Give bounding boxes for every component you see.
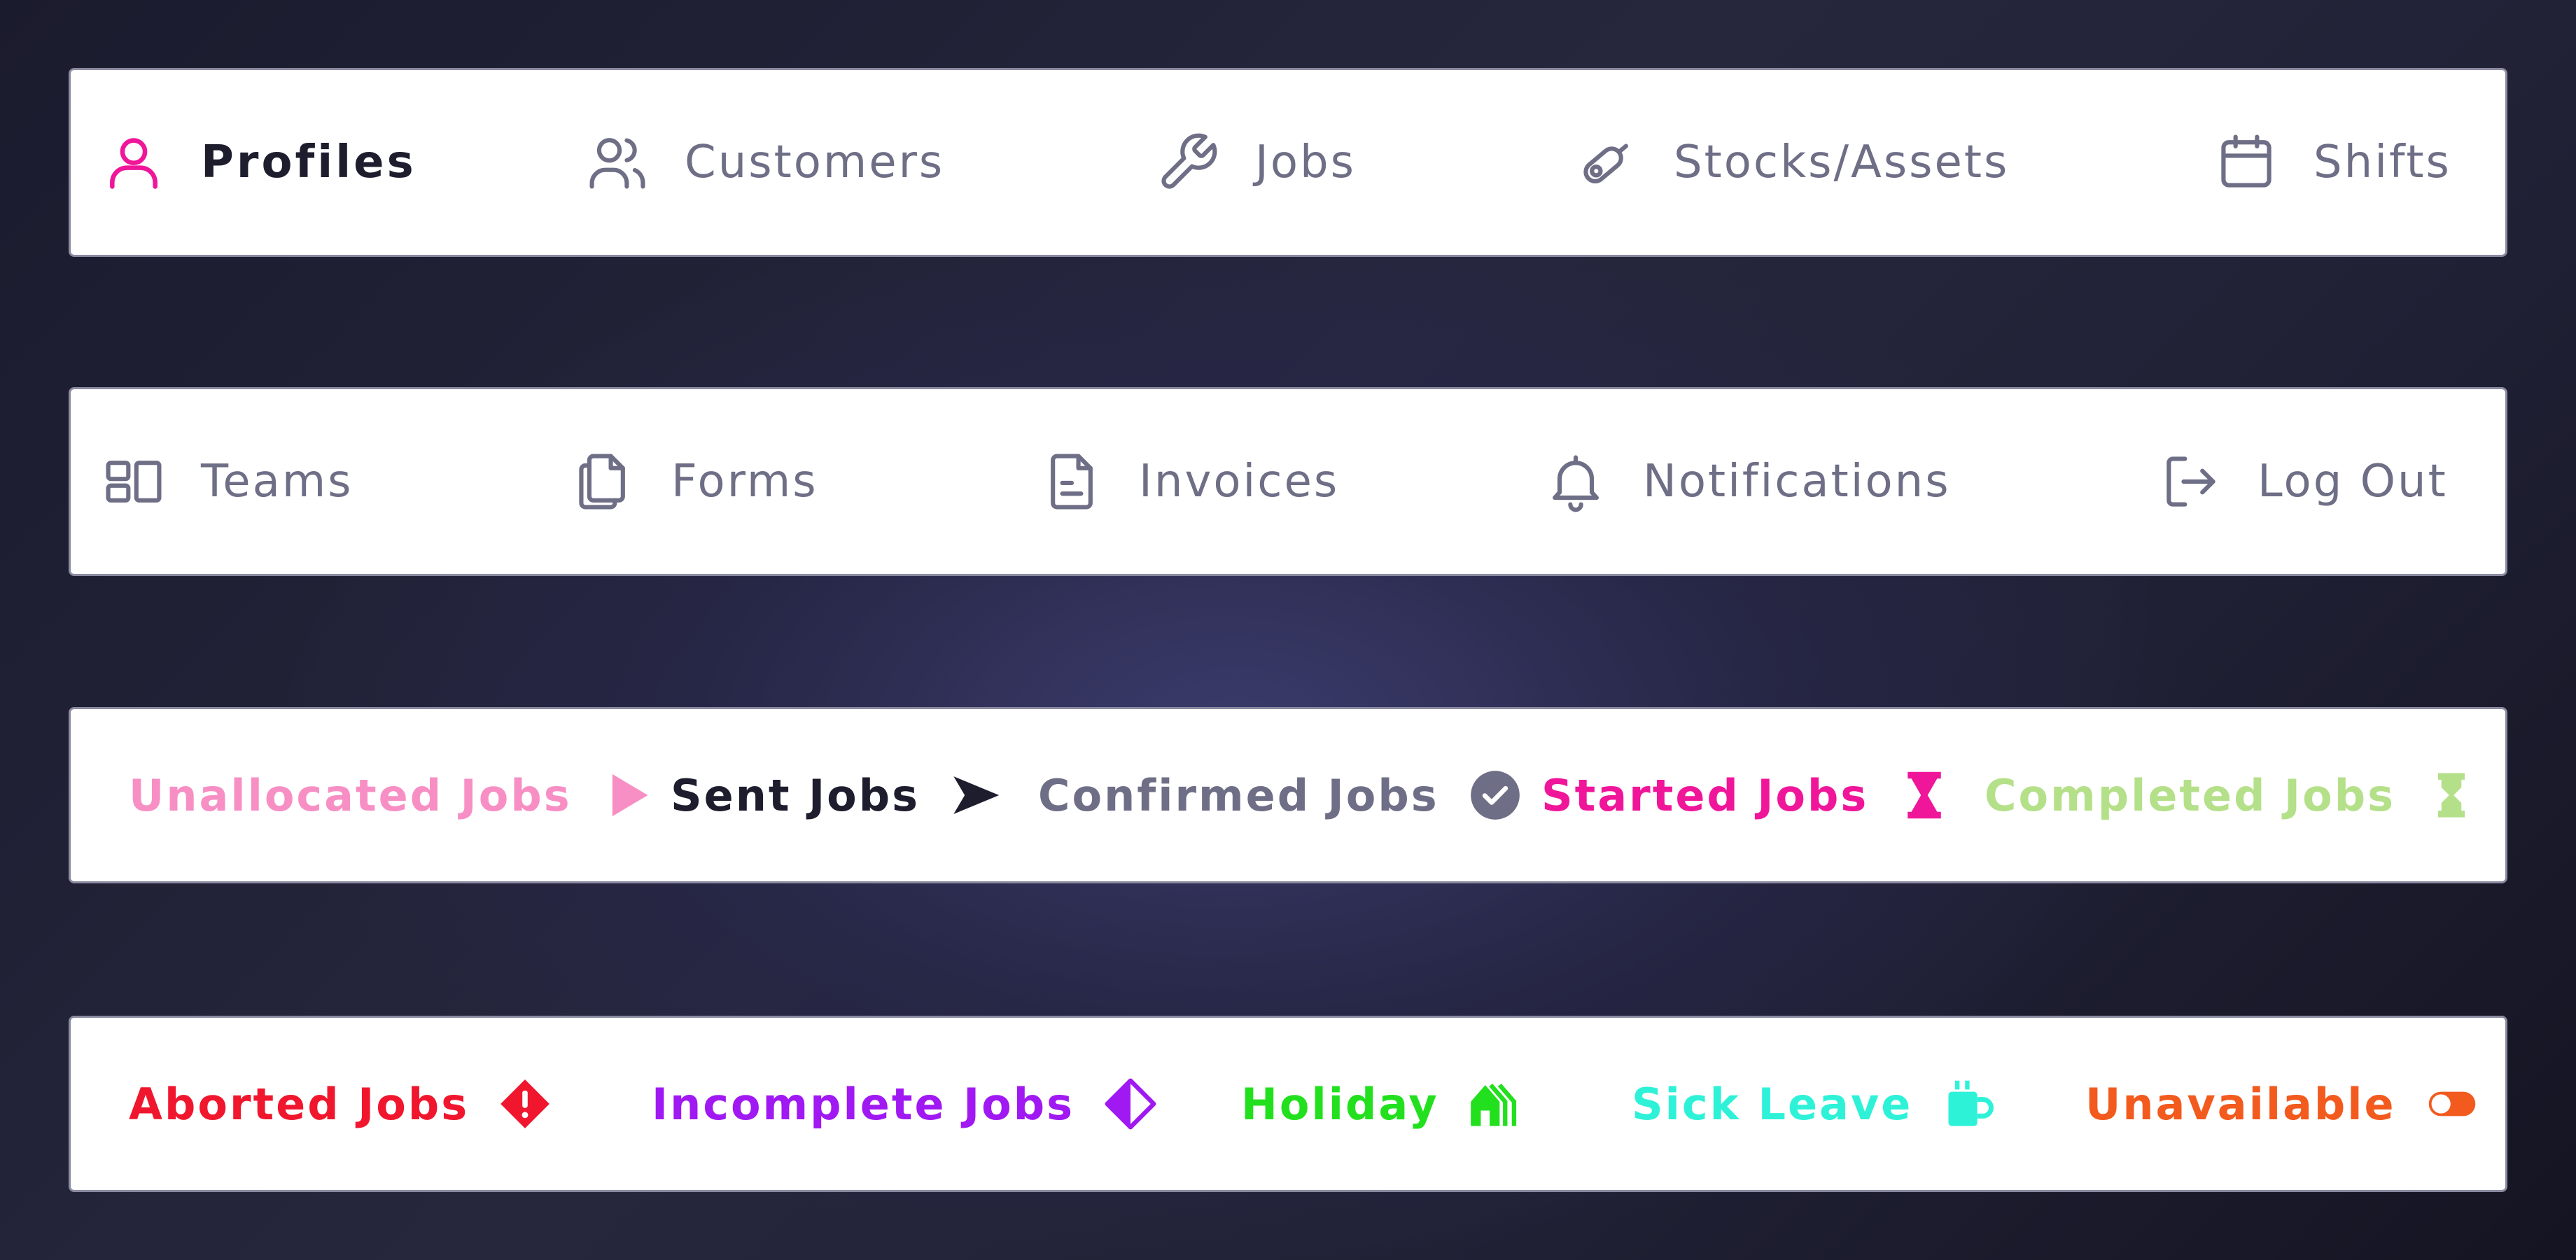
hourglass-icon bbox=[1898, 769, 1951, 822]
status-label: Holiday bbox=[1241, 1078, 1439, 1130]
hourglass-empty-icon bbox=[2425, 769, 2478, 822]
status-label: Sick Leave bbox=[1632, 1078, 1913, 1130]
toggle-off-icon bbox=[2426, 1077, 2479, 1130]
nav-label: Profiles bbox=[201, 136, 416, 188]
nav-item-profiles[interactable]: Profiles bbox=[102, 70, 416, 255]
status-completed-jobs[interactable]: Completed Jobs bbox=[1984, 709, 2478, 881]
nav-label: Log Out bbox=[2258, 456, 2448, 507]
nav-item-stocks-assets[interactable]: Stocks/Assets bbox=[1574, 70, 2009, 255]
secondary-nav-bar: Teams Forms Invoices Notifications Log O… bbox=[69, 387, 2507, 576]
nav-label: Forms bbox=[671, 456, 818, 507]
nav-item-teams[interactable]: Teams bbox=[102, 389, 354, 574]
nav-label: Customers bbox=[685, 136, 945, 188]
half-diamond-icon bbox=[1104, 1077, 1157, 1130]
users-icon bbox=[585, 130, 650, 195]
status-incomplete-jobs[interactable]: Incomplete Jobs bbox=[652, 1018, 1157, 1190]
status-confirmed-jobs[interactable]: Confirmed Jobs bbox=[1038, 709, 1522, 881]
cylinder-icon bbox=[1574, 130, 1639, 195]
job-status-legend: Unallocated Jobs Sent Jobs Confirmed Job… bbox=[69, 707, 2507, 883]
play-icon bbox=[601, 769, 654, 822]
holiday-house-icon bbox=[1469, 1077, 1522, 1130]
document-icon bbox=[1040, 449, 1104, 514]
nav-item-invoices[interactable]: Invoices bbox=[1040, 389, 1339, 574]
send-arrow-icon bbox=[949, 769, 1002, 822]
nav-item-forms[interactable]: Forms bbox=[572, 389, 818, 574]
nav-item-customers[interactable]: Customers bbox=[585, 70, 944, 255]
nav-label: Jobs bbox=[1255, 136, 1356, 188]
status-label: Unallocated Jobs bbox=[129, 769, 572, 821]
status-label: Aborted Jobs bbox=[129, 1078, 470, 1130]
mug-icon bbox=[1942, 1077, 1995, 1130]
nav-item-log-out[interactable]: Log Out bbox=[2158, 389, 2448, 574]
availability-status-legend: Aborted Jobs Incomplete Jobs Holiday Sic… bbox=[69, 1016, 2507, 1192]
check-circle-icon bbox=[1469, 769, 1522, 822]
logout-icon bbox=[2158, 449, 2222, 514]
nav-label: Invoices bbox=[1139, 456, 1340, 507]
layout-icon bbox=[102, 449, 166, 514]
status-unallocated-jobs[interactable]: Unallocated Jobs bbox=[129, 709, 654, 881]
status-unavailable[interactable]: Unavailable bbox=[2085, 1018, 2479, 1190]
status-label: Started Jobs bbox=[1541, 769, 1869, 821]
nav-label: Teams bbox=[201, 456, 354, 507]
files-icon bbox=[572, 449, 636, 514]
status-label: Incomplete Jobs bbox=[652, 1078, 1075, 1130]
nav-item-shifts[interactable]: Shifts bbox=[2214, 70, 2451, 255]
status-aborted-jobs[interactable]: Aborted Jobs bbox=[129, 1018, 552, 1190]
user-icon bbox=[102, 130, 166, 195]
nav-label: Notifications bbox=[1643, 456, 1951, 507]
alert-diamond-icon bbox=[498, 1077, 552, 1130]
calendar-icon bbox=[2214, 130, 2278, 195]
status-label: Confirmed Jobs bbox=[1038, 769, 1439, 821]
status-sick-leave[interactable]: Sick Leave bbox=[1632, 1018, 1995, 1190]
status-label: Unavailable bbox=[2085, 1078, 2396, 1130]
status-started-jobs[interactable]: Started Jobs bbox=[1541, 709, 1951, 881]
status-sent-jobs[interactable]: Sent Jobs bbox=[671, 709, 1002, 881]
status-label: Sent Jobs bbox=[671, 769, 920, 821]
nav-item-jobs[interactable]: Jobs bbox=[1156, 70, 1356, 255]
nav-item-notifications[interactable]: Notifications bbox=[1544, 389, 1951, 574]
status-holiday[interactable]: Holiday bbox=[1241, 1018, 1522, 1190]
status-label: Completed Jobs bbox=[1984, 769, 2395, 821]
nav-label: Shifts bbox=[2314, 136, 2451, 188]
main-nav-bar: Profiles Customers Jobs Stocks/Assets Sh… bbox=[69, 68, 2507, 257]
wrench-icon bbox=[1156, 130, 1220, 195]
bell-icon bbox=[1544, 449, 1608, 514]
nav-label: Stocks/Assets bbox=[1674, 136, 2010, 188]
